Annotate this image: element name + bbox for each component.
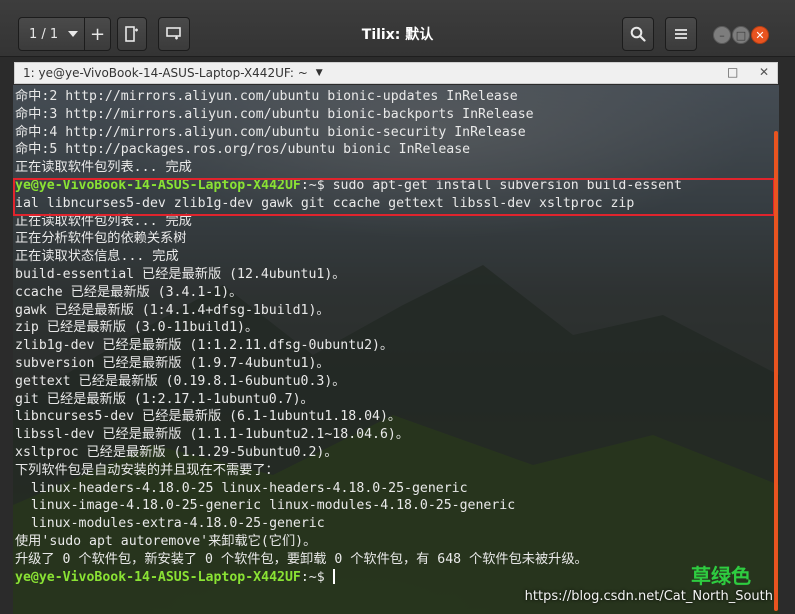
terminal-line: 正在读取状态信息... 完成 xyxy=(15,248,771,266)
session-counter: 1 / 1 xyxy=(29,26,59,42)
add-terminal-down-button[interactable] xyxy=(158,17,190,51)
terminal-line: 下列软件包是自动安装的并且现在不需要了： xyxy=(15,462,771,480)
scrollbar[interactable] xyxy=(774,131,778,611)
line-text: ccache 已经是最新版 (3.4.1-1)。 xyxy=(15,284,243,300)
prompt-user-host: ye@ye-VivoBook-14-ASUS-Laptop-X442UF xyxy=(15,569,301,585)
add-terminal-right-button[interactable] xyxy=(117,17,147,51)
line-text: 命中:5 http://packages.ros.org/ros/ubuntu … xyxy=(15,142,471,158)
terminal-line: zip 已经是最新版 (3.0-11build1)。 xyxy=(15,319,771,337)
terminal-line: 命中:5 http://packages.ros.org/ros/ubuntu … xyxy=(15,141,771,159)
split-down-icon xyxy=(166,27,181,40)
line-text: 下列软件包是自动安装的并且现在不需要了： xyxy=(15,462,279,478)
line-text: zlib1g-dev 已经是最新版 (1:1.2.11.dfsg-0ubuntu… xyxy=(15,338,394,354)
chevron-down-icon xyxy=(68,31,79,37)
terminal-line: git 已经是最新版 (1:2.17.1-1ubuntu0.7)。 xyxy=(15,391,771,409)
line-text: libncurses5-dev 已经是最新版 (6.1-1ubuntu1.18.… xyxy=(15,409,402,425)
terminal-menu-chevron-icon[interactable]: ▼ xyxy=(316,68,323,78)
terminal-title-bar: 1: ye@ye-VivoBook-14-ASUS-Laptop-X442UF:… xyxy=(14,62,778,84)
line-text: git 已经是最新版 (1:2.17.1-1ubuntu0.7)。 xyxy=(15,391,314,407)
terminal-output: 命中:2 http://mirrors.aliyun.com/ubuntu bi… xyxy=(15,88,771,586)
terminal-line: 命中:3 http://mirrors.aliyun.com/ubuntu bi… xyxy=(15,106,771,124)
terminal-line: linux-headers-4.18.0-25 linux-headers-4.… xyxy=(15,480,771,498)
terminal-line: gawk 已经是最新版 (1:4.1.4+dfsg-1build1)。 xyxy=(15,302,771,320)
line-text: libssl-dev 已经是最新版 (1.1.1-1ubuntu2.1~18.0… xyxy=(15,427,410,443)
terminal-line: linux-image-4.18.0-25-generic linux-modu… xyxy=(15,497,771,515)
line-text: subversion 已经是最新版 (1.9.7-4ubuntu1)。 xyxy=(15,355,330,371)
terminal-line: zlib1g-dev 已经是最新版 (1:1.2.11.dfsg-0ubuntu… xyxy=(15,337,771,355)
split-right-icon xyxy=(125,26,138,42)
line-text: 命中:2 http://mirrors.aliyun.com/ubuntu bi… xyxy=(15,89,518,104)
line-text: gawk 已经是最新版 (1:4.1.4+dfsg-1build1)。 xyxy=(15,302,330,318)
line-text: :~$ xyxy=(300,569,333,585)
line-text: 正在分析软件包的依赖关系树 xyxy=(15,231,187,247)
line-text: linux-image-4.18.0-25-generic linux-modu… xyxy=(15,498,516,514)
search-icon xyxy=(630,26,646,42)
line-text: 正在读取软件包列表... 完成 xyxy=(15,160,192,176)
session-select[interactable]: 1 / 1 xyxy=(19,18,85,50)
terminal-title: 1: ye@ye-VivoBook-14-ASUS-Laptop-X442UF:… xyxy=(23,66,308,80)
terminal-line: linux-modules-extra-4.18.0-25-generic xyxy=(15,515,771,533)
line-text: xsltproc 已经是最新版 (1.1.29-5ubuntu0.2)。 xyxy=(15,444,338,460)
add-session-button[interactable]: + xyxy=(85,24,110,45)
terminal-close-icon[interactable]: ✕ xyxy=(759,65,769,79)
terminal-line: ccache 已经是最新版 (3.4.1-1)。 xyxy=(15,284,771,302)
line-text: 正在读取状态信息... 完成 xyxy=(15,249,179,265)
terminal-line: subversion 已经是最新版 (1.9.7-4ubuntu1)。 xyxy=(15,355,771,373)
terminal-line: xsltproc 已经是最新版 (1.1.29-5ubuntu0.2)。 xyxy=(15,444,771,462)
terminal-maximize-icon[interactable]: □ xyxy=(727,65,738,79)
plus-icon: + xyxy=(89,23,106,45)
terminal-line: 正在读取软件包列表... 完成 xyxy=(15,159,771,177)
close-icon: ✕ xyxy=(755,28,765,42)
terminal-line: libssl-dev 已经是最新版 (1.1.1-1ubuntu2.1~18.0… xyxy=(15,426,771,444)
line-text: linux-headers-4.18.0-25 linux-headers-4.… xyxy=(15,480,468,496)
session-switcher[interactable]: 1 / 1 + xyxy=(18,17,111,51)
search-button[interactable] xyxy=(622,17,654,51)
line-text: gettext 已经是最新版 (0.19.8.1-6ubuntu0.3)。 xyxy=(15,373,346,389)
line-text: 命中:3 http://mirrors.aliyun.com/ubuntu bi… xyxy=(15,106,534,122)
terminal-line: gettext 已经是最新版 (0.19.8.1-6ubuntu0.3)。 xyxy=(15,373,771,391)
line-text: 命中:4 http://mirrors.aliyun.com/ubuntu bi… xyxy=(15,124,526,140)
overlay-text: 草绿色 xyxy=(691,564,751,588)
line-text: linux-modules-extra-4.18.0-25-generic xyxy=(15,516,325,532)
minimize-button[interactable]: – xyxy=(713,26,731,44)
hamburger-icon xyxy=(675,29,687,39)
close-button[interactable]: ✕ xyxy=(751,26,769,44)
terminal-line: 命中:2 http://mirrors.aliyun.com/ubuntu bi… xyxy=(15,88,771,106)
watermark-url: https://blog.csdn.net/Cat_North_South xyxy=(524,589,773,604)
line-text: zip 已经是最新版 (3.0-11build1)。 xyxy=(15,320,259,336)
text-cursor xyxy=(332,568,335,584)
terminal-prompt-line: ye@ye-VivoBook-14-ASUS-Laptop-X442UF:~$ xyxy=(15,568,771,587)
line-text: 升级了 0 个软件包，新安装了 0 个软件包，要卸载 0 个软件包，有 648 … xyxy=(15,551,588,567)
maximize-icon: □ xyxy=(735,28,747,42)
terminal-line: 命中:4 http://mirrors.aliyun.com/ubuntu bi… xyxy=(15,124,771,142)
maximize-button[interactable]: □ xyxy=(732,26,750,44)
terminal-line: libncurses5-dev 已经是最新版 (6.1-1ubuntu1.18.… xyxy=(15,408,771,426)
terminal-line: 使用'sudo apt autoremove'来卸载它(它们)。 xyxy=(15,533,771,551)
header-bar: 1 / 1 + Tilix: 默认 – □ ✕ xyxy=(0,0,795,57)
terminal-line: 正在分析软件包的依赖关系树 xyxy=(15,230,771,248)
terminal-line: 升级了 0 个软件包，新安装了 0 个软件包，要卸载 0 个软件包，有 648 … xyxy=(15,551,771,569)
menu-button[interactable] xyxy=(665,17,697,51)
line-text: build-essential 已经是最新版 (12.4ubuntu1)。 xyxy=(15,266,346,282)
line-text: 使用'sudo apt autoremove'来卸载它(它们)。 xyxy=(15,533,317,549)
minimize-icon: – xyxy=(719,28,725,42)
terminal-view[interactable]: 命中:2 http://mirrors.aliyun.com/ubuntu bi… xyxy=(13,85,779,614)
terminal-line: build-essential 已经是最新版 (12.4ubuntu1)。 xyxy=(15,266,771,284)
command-highlight-box xyxy=(13,178,775,216)
